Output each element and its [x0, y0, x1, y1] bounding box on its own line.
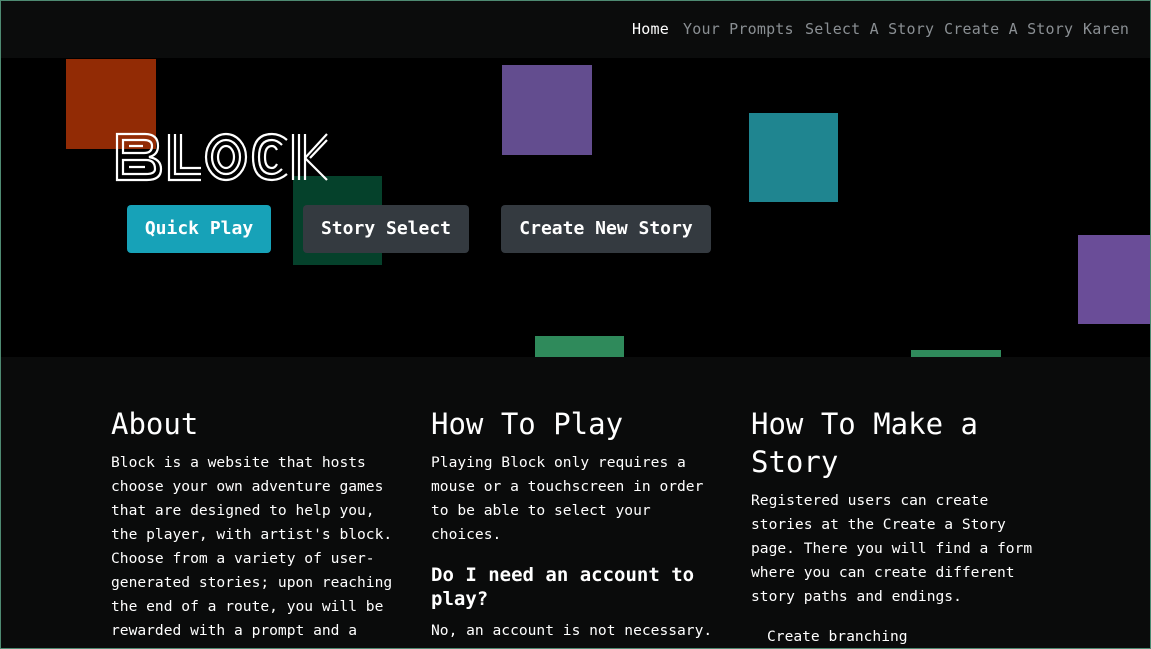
decor-square-green: [535, 336, 624, 357]
decor-square-green-right: [911, 350, 1001, 357]
quick-play-button[interactable]: Quick Play: [127, 205, 271, 253]
nav-user-link[interactable]: Karen: [1083, 20, 1129, 38]
about-text: Block is a website that hosts choose you…: [111, 454, 393, 639]
top-navbar: Home Your Prompts Select A Story Create …: [1, 1, 1150, 58]
nav-select-story-link[interactable]: Select A Story: [805, 20, 934, 38]
nav-create-story-link[interactable]: Create A Story: [944, 20, 1073, 38]
account-faq-text: No, an account is not necessary.: [431, 622, 713, 639]
how-to-play-heading: How To Play: [431, 407, 624, 441]
how-to-make-list-item: Create branching: [767, 628, 908, 645]
account-faq-heading: Do I need an account to play?: [431, 564, 695, 610]
how-to-make-text: Registered users can create stories at t…: [751, 492, 1033, 605]
decor-square-teal: [749, 113, 838, 202]
info-section: About Block is a website that hosts choo…: [1, 357, 1150, 648]
decor-square-purple-right: [1078, 235, 1150, 324]
how-to-play-text: Playing Block only requires a mouse or a…: [431, 454, 704, 543]
about-heading: About: [111, 407, 199, 441]
nav-home-link[interactable]: Home: [632, 20, 669, 38]
hero-section: Home Your Prompts Select A Story Create …: [1, 1, 1150, 357]
how-to-make-heading: How To Make a Story: [751, 407, 978, 479]
nav-your-prompts-link[interactable]: Your Prompts: [683, 20, 794, 38]
brand-logo: [115, 132, 328, 182]
create-new-story-button[interactable]: Create New Story: [501, 205, 711, 253]
decor-square-purple: [502, 65, 592, 155]
story-select-button[interactable]: Story Select: [303, 205, 469, 253]
